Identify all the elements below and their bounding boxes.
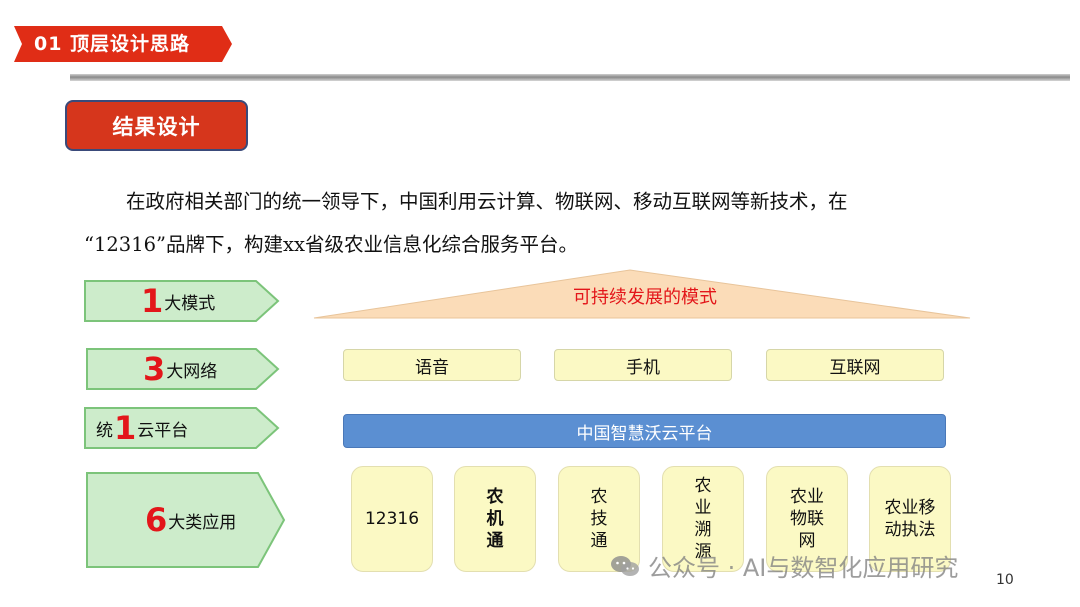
model-count: 1 bbox=[141, 282, 164, 320]
cloud-platform: 中国智慧沃云平台 bbox=[343, 414, 946, 448]
cloud-count: 1 bbox=[114, 409, 137, 447]
app-nongjitong: 农 机 通 bbox=[454, 466, 536, 572]
wechat-icon bbox=[611, 555, 639, 576]
intro-line-2: “12316”品牌下，构建xx省级农业信息化综合服务平台。 bbox=[84, 233, 578, 256]
cloud-platform-label: 中国智慧沃云平台 bbox=[576, 423, 713, 444]
arrow-label-model: 1 大模式 bbox=[84, 280, 280, 322]
arrow-label-apps: 6 大类应用 bbox=[86, 472, 286, 568]
mode-label: 可持续发展的模式 bbox=[573, 287, 717, 308]
arrow-label-cloud: 统 1 云平台 bbox=[84, 407, 280, 449]
arrow-label-network: 3 大网络 bbox=[86, 348, 280, 390]
watermark: 公众号 · AI与数智化应用研究 bbox=[610, 548, 958, 583]
header-divider bbox=[70, 74, 1070, 81]
network-voice: 语音 bbox=[343, 349, 521, 381]
page-number: 10 bbox=[996, 572, 1014, 588]
network-mobile: 手机 bbox=[554, 349, 732, 381]
intro-line-1: 在政府相关部门的统一领导下，中国利用云计算、物联网、移动互联网等新技术，在 bbox=[126, 190, 848, 213]
network-count: 3 bbox=[143, 350, 166, 388]
watermark-text: 公众号 · AI与数智化应用研究 bbox=[648, 554, 959, 582]
section-label-text: 结果设计 bbox=[112, 114, 201, 139]
app-12316: 12316 bbox=[351, 466, 433, 572]
header-title: 01 顶层设计思路 bbox=[34, 33, 191, 55]
network-internet: 互联网 bbox=[766, 349, 944, 381]
section-label: 结果设计 bbox=[65, 100, 248, 151]
apps-count: 6 bbox=[145, 501, 168, 539]
